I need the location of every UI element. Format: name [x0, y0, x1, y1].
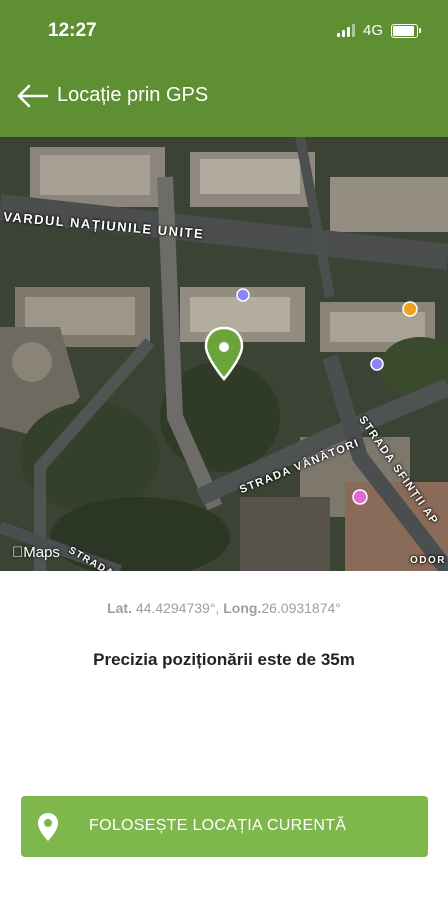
lat-value: 44.4294739° [135, 600, 216, 616]
long-label: Long. [223, 600, 262, 616]
signal-icon [336, 24, 355, 37]
maps-logo: Maps [12, 544, 60, 561]
long-value: 26.0931874° [261, 600, 341, 616]
precision-text: Precizia poziționării este de 35m [93, 650, 355, 669]
cta-label: FOLOSEȘTE LOCAȚIA CURENTĂ [89, 817, 347, 834]
use-current-location-button[interactable]: FOLOSEȘTE LOCAȚIA CURENTĂ [21, 796, 428, 857]
back-button[interactable] [16, 83, 50, 109]
app-header: 12:27 4G Locație prin GPS [0, 0, 448, 137]
location-pin-icon [36, 812, 60, 845]
poi-bus-icon[interactable] [402, 301, 418, 317]
street-label-odor: ODOR [410, 555, 446, 566]
poi-dot[interactable] [236, 288, 250, 302]
poi-dot[interactable] [370, 357, 384, 371]
network-type: 4G [362, 22, 383, 39]
battery-icon [391, 23, 421, 38]
arrow-left-icon [17, 84, 49, 108]
page-title: Locație prin GPS [57, 84, 209, 106]
satellite-map [0, 137, 448, 571]
poi-shop-icon[interactable] [352, 489, 368, 505]
coordinates-line: Lat. 44.4294739°, Long.26.0931874° [107, 600, 341, 616]
map-view[interactable]: VARDUL NAȚIUNILE UNITE STRADA VÂNĂTORI S… [0, 137, 448, 571]
lat-label: Lat. [107, 600, 132, 616]
status-time: 12:27 [48, 20, 97, 41]
maps-provider: Maps [12, 544, 60, 561]
status-bar: 12:27 4G [0, 0, 448, 60]
status-icons: 4G [336, 22, 421, 39]
